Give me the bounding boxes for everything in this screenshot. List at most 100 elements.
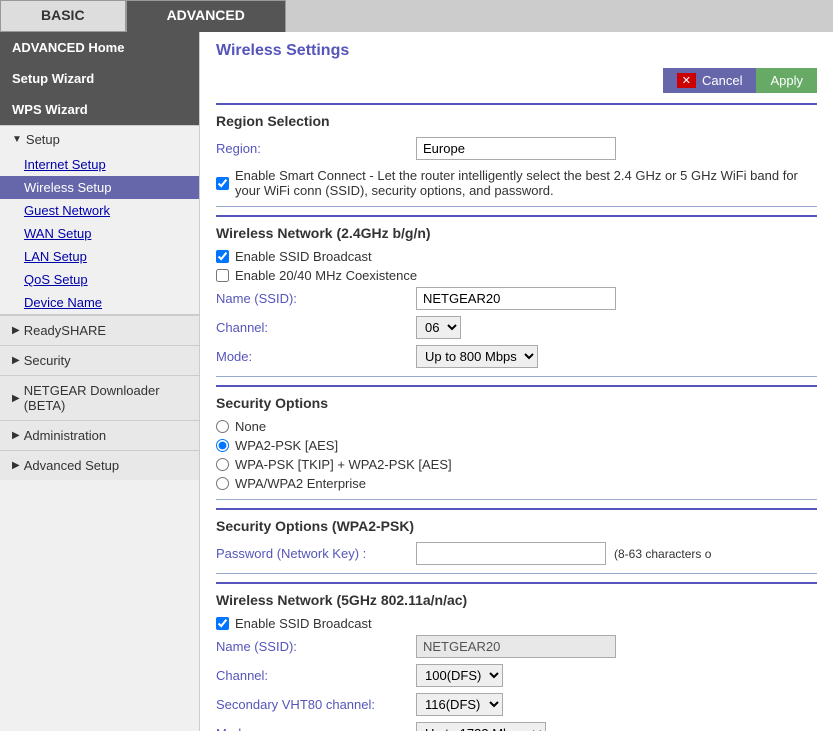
security-wpa2-section: Security Options (WPA2-PSK) Password (Ne… <box>216 508 817 565</box>
channel-5g-select[interactable]: 100(DFS)108(DFS)116(DFS)124(DFS)132(DFS)… <box>416 664 503 687</box>
region-input[interactable] <box>416 137 616 160</box>
sidebar-security-label: Security <box>24 353 71 368</box>
sidebar-item-wps-wizard[interactable]: WPS Wizard <box>0 94 199 125</box>
advanced-setup-arrow-icon: ▶ <box>12 460 20 471</box>
admin-arrow-icon: ▶ <box>12 430 20 441</box>
x-icon: ✕ <box>677 73 696 88</box>
divider-4 <box>216 573 817 574</box>
sidebar-item-wan-setup[interactable]: WAN Setup <box>0 222 199 245</box>
mode-24-label: Mode: <box>216 349 416 364</box>
ssid-broadcast-5g-row: Enable SSID Broadcast <box>216 616 817 631</box>
setup-arrow-icon: ▼ <box>12 134 22 145</box>
sidebar-item-setup-wizard[interactable]: Setup Wizard <box>0 63 199 94</box>
apply-button[interactable]: Apply <box>756 68 817 93</box>
radio-none-label: None <box>235 419 266 434</box>
sidebar-netgear-label: NETGEAR Downloader (BETA) <box>24 383 187 413</box>
coexistence-row: Enable 20/40 MHz Coexistence <box>216 268 817 283</box>
radio-wpa2[interactable] <box>216 439 229 452</box>
sidebar-item-internet-setup[interactable]: Internet Setup <box>0 153 199 176</box>
sidebar: ADVANCED Home Setup Wizard WPS Wizard ▼ … <box>0 32 200 731</box>
region-label: Region: <box>216 141 416 156</box>
divider-1 <box>216 206 817 207</box>
ssid-5g-label: Name (SSID): <box>216 639 416 654</box>
wireless-5g-section: Wireless Network (5GHz 802.11a/n/ac) Ena… <box>216 582 817 731</box>
ssid-24-input[interactable] <box>416 287 616 310</box>
radio-enterprise-row: WPA/WPA2 Enterprise <box>216 476 817 491</box>
region-section-title: Region Selection <box>216 113 817 129</box>
radio-wpa[interactable] <box>216 458 229 471</box>
security-arrow-icon: ▶ <box>12 355 20 366</box>
region-field-row: Region: <box>216 137 817 160</box>
smart-connect-row: Enable Smart Connect - Let the router in… <box>216 168 817 198</box>
main-layout: ADVANCED Home Setup Wizard WPS Wizard ▼ … <box>0 32 833 731</box>
sidebar-readyshare-label: ReadySHARE <box>24 323 106 338</box>
radio-wpa2-row: WPA2-PSK [AES] <box>216 438 817 453</box>
top-tabs: BASIC ADVANCED <box>0 0 833 32</box>
security-options-title: Security Options <box>216 395 817 411</box>
wireless-24-section: Wireless Network (2.4GHz b/g/n) Enable S… <box>216 215 817 368</box>
radio-none[interactable] <box>216 420 229 433</box>
secondary-vht80-field-row: Secondary VHT80 channel: 116(DFS)108(DFS… <box>216 693 817 716</box>
password-field-row: Password (Network Key) : (8-63 character… <box>216 542 817 565</box>
ssid-5g-input <box>416 635 616 658</box>
sidebar-section-setup[interactable]: ▼ Setup <box>0 126 199 153</box>
channel-5g-label: Channel: <box>216 668 416 683</box>
sidebar-item-guest-network[interactable]: Guest Network <box>0 199 199 222</box>
wireless-24-title: Wireless Network (2.4GHz b/g/n) <box>216 225 817 241</box>
sidebar-item-wireless-setup[interactable]: Wireless Setup <box>0 176 199 199</box>
cancel-label: Cancel <box>702 73 742 88</box>
ssid-broadcast-24-label: Enable SSID Broadcast <box>235 249 372 264</box>
secondary-vht80-label: Secondary VHT80 channel: <box>216 697 416 712</box>
ssid-24-label: Name (SSID): <box>216 291 416 306</box>
sidebar-group-advanced-setup[interactable]: ▶ Advanced Setup <box>0 450 199 480</box>
region-section: Region Selection Region: <box>216 103 817 160</box>
smart-connect-checkbox[interactable] <box>216 177 229 190</box>
page-title: Wireless Settings <box>216 42 817 60</box>
mode-24-select[interactable]: Up to 800 MbpsUp to 54 MbpsUp to 130 Mbp… <box>416 345 538 368</box>
sidebar-admin-label: Administration <box>24 428 106 443</box>
password-hint: (8-63 characters o <box>614 547 711 561</box>
readyshare-arrow-icon: ▶ <box>12 325 20 336</box>
sidebar-group-security[interactable]: ▶ Security <box>0 345 199 375</box>
channel-24-label: Channel: <box>216 320 416 335</box>
main-content: Wireless Settings ✕ Cancel Apply Region … <box>200 32 833 731</box>
sidebar-item-advanced-home[interactable]: ADVANCED Home <box>0 32 199 63</box>
radio-wpa2-label: WPA2-PSK [AES] <box>235 438 338 453</box>
sidebar-group-readyshare[interactable]: ▶ ReadySHARE <box>0 315 199 345</box>
sidebar-item-device-name[interactable]: Device Name <box>0 291 199 314</box>
mode-24-field-row: Mode: Up to 800 MbpsUp to 54 MbpsUp to 1… <box>216 345 817 368</box>
sidebar-item-lan-setup[interactable]: LAN Setup <box>0 245 199 268</box>
sidebar-group-netgear[interactable]: ▶ NETGEAR Downloader (BETA) <box>0 375 199 420</box>
password-input[interactable] <box>416 542 606 565</box>
channel-24-select[interactable]: 0601020304050708091011 <box>416 316 461 339</box>
ssid-broadcast-24-checkbox[interactable] <box>216 250 229 263</box>
mode-5g-label: Mode: <box>216 726 416 731</box>
sidebar-group-home: ADVANCED Home Setup Wizard WPS Wizard <box>0 32 199 126</box>
ssid-24-field-row: Name (SSID): <box>216 287 817 310</box>
sidebar-group-administration[interactable]: ▶ Administration <box>0 420 199 450</box>
radio-enterprise[interactable] <box>216 477 229 490</box>
security-wpa2-title: Security Options (WPA2-PSK) <box>216 518 817 534</box>
ssid-broadcast-5g-checkbox[interactable] <box>216 617 229 630</box>
security-options-section: Security Options None WPA2-PSK [AES] WPA… <box>216 385 817 491</box>
radio-none-row: None <box>216 419 817 434</box>
smart-connect-label: Enable Smart Connect - Let the router in… <box>235 168 817 198</box>
password-label: Password (Network Key) : <box>216 546 416 561</box>
channel-24-field-row: Channel: 0601020304050708091011 <box>216 316 817 339</box>
channel-5g-field-row: Channel: 100(DFS)108(DFS)116(DFS)124(DFS… <box>216 664 817 687</box>
netgear-arrow-icon: ▶ <box>12 393 20 404</box>
radio-enterprise-label: WPA/WPA2 Enterprise <box>235 476 366 491</box>
coexistence-label: Enable 20/40 MHz Coexistence <box>235 268 417 283</box>
coexistence-checkbox[interactable] <box>216 269 229 282</box>
radio-wpa-row: WPA-PSK [TKIP] + WPA2-PSK [AES] <box>216 457 817 472</box>
smart-connect-checkbox-row: Enable Smart Connect - Let the router in… <box>216 168 817 198</box>
divider-3 <box>216 499 817 500</box>
sidebar-item-qos-setup[interactable]: QoS Setup <box>0 268 199 291</box>
wireless-5g-title: Wireless Network (5GHz 802.11a/n/ac) <box>216 592 817 608</box>
mode-5g-select[interactable]: Up to 1733 MbpsUp to 450 MbpsUp to 1300 … <box>416 722 546 731</box>
secondary-vht80-select[interactable]: 116(DFS)108(DFS)124(DFS)132(DFS) <box>416 693 503 716</box>
tab-advanced[interactable]: ADVANCED <box>126 0 286 32</box>
cancel-button[interactable]: ✕ Cancel <box>663 68 757 93</box>
mode-5g-field-row: Mode: Up to 1733 MbpsUp to 450 MbpsUp to… <box>216 722 817 731</box>
tab-basic[interactable]: BASIC <box>0 0 126 32</box>
